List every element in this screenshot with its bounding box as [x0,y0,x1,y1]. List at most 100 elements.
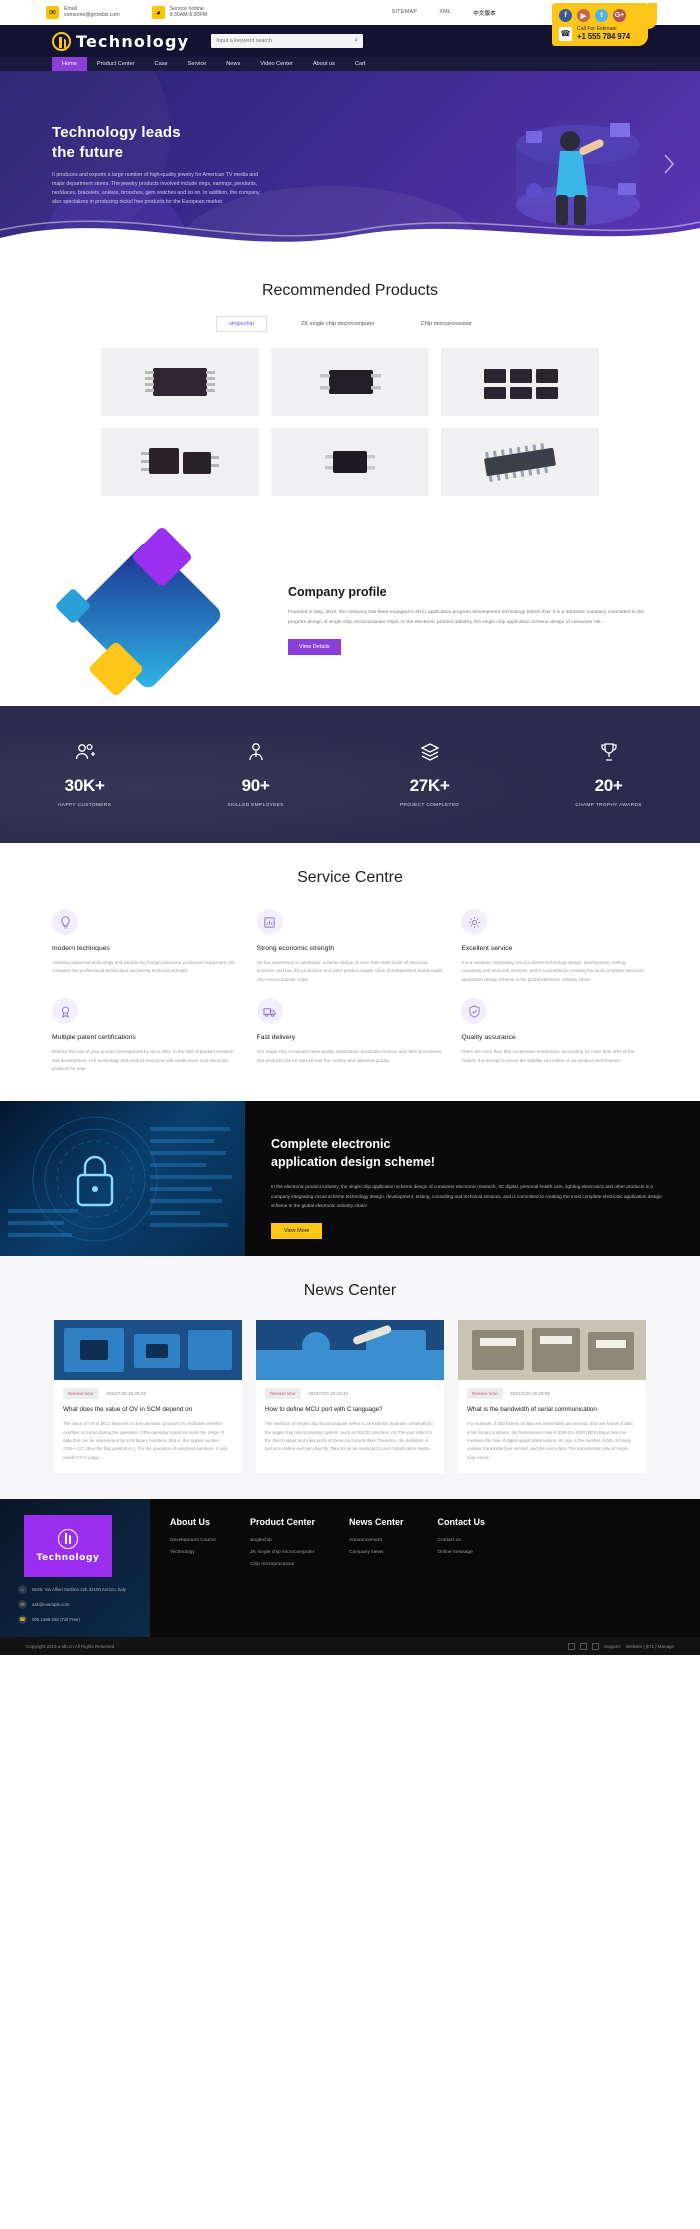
banner-paragraph: In the electronic product industry, the … [271,1184,662,1208]
nav-item-cart[interactable]: Cart [345,57,376,71]
call-estimate-phone[interactable]: +1 555 784 974 [577,32,630,41]
footer-contact-text[interactable]: ask@example.com [32,1602,69,1607]
news-headline[interactable]: How to define MCU port with C language? [265,1406,435,1414]
footer-link[interactable]: Chip microprocessor [250,1562,315,1567]
product-tab-singlechip[interactable]: singlechip [216,316,267,332]
footer-link[interactable]: ZK single chip microcomputer [250,1550,315,1555]
support-links[interactable]: Website | jk71 | Manage [626,1644,674,1649]
profile-illustration [52,525,262,706]
footer-column-heading: Contact Us [437,1517,486,1528]
news-card[interactable]: Release time: 2022/7/20 15:23:08 What is… [458,1320,646,1474]
footer-link[interactable]: Company News [349,1550,404,1555]
service-title: Strong economic strength [256,945,335,952]
nav-item-video-center[interactable]: Video Center [250,57,303,71]
product-card[interactable] [441,348,599,416]
product-card[interactable] [271,428,429,496]
service-card-fast-delivery[interactable]: Fast delivery Our single-chip computers … [256,998,444,1073]
service-text: Our single-chip computers have quality c… [256,1049,443,1063]
footer-link[interactable]: Contact us [438,1538,486,1543]
service-text: Reduce the cost of your product developm… [52,1049,234,1071]
social-links: f ▶ t G+ [559,9,642,22]
footer-column-heading: About Us [170,1517,210,1528]
footer-column-contact-us: Contact Us Contact us Online message [438,1517,486,1637]
product-tab-zk[interactable]: ZK single chip microcomputer [289,317,387,331]
news-section: News Center Release time: 2022/7/20 15:2… [0,1256,700,1500]
site-logo-text: Technology [76,31,190,51]
layers-icon [400,742,459,765]
grid-icon [567,1642,575,1650]
footer-link[interactable]: Online message [438,1550,486,1555]
nav-item-news[interactable]: News [216,57,250,71]
company-profile-section: Company profile Founded in May, 2010, th… [0,496,700,706]
news-card[interactable]: Release time: 2022/7/20 15:23:42 How to … [256,1320,444,1474]
nav-item-home[interactable]: Home [52,57,87,71]
quality-icon [461,998,488,1025]
news-card[interactable]: Release time: 2022/7/20 15:25:23 What do… [54,1320,242,1474]
chart-icon [591,1642,599,1650]
stat-label: PROJECT COMPLETED [400,802,460,807]
news-excerpt: For example, if 300 frames of data are t… [467,1421,633,1460]
twitter-icon[interactable]: t [595,9,608,22]
nav-item-case[interactable]: Case [145,57,178,71]
news-badge: Release time: [467,1388,504,1400]
service-card-modern-techniques[interactable]: modern techniques Adopting advanced tech… [52,909,239,984]
products-section: Recommended Products singlechip ZK singl… [0,256,700,496]
stat-number: 90+ [241,776,270,795]
product-card[interactable] [441,428,599,496]
product-tab-microprocessor[interactable]: Chip microprocessor [409,317,484,331]
service-card-quality-assurance[interactable]: Quality assurance There are more than 80… [461,998,648,1073]
service-title: Multiple patent certifications [52,1034,136,1042]
copyright-text: Copyright 2019 a-idb.cn All Rights Reser… [26,1643,116,1649]
youtube-icon[interactable]: ▶ [577,9,590,22]
stat-project-completed: 27K+ PROJECT COMPLETED [400,742,459,807]
footer-link[interactable]: singlechip [250,1538,315,1543]
product-card[interactable] [101,428,259,496]
nav-item-service[interactable]: Service [178,57,217,71]
search-box[interactable]: ⌕ [211,34,364,48]
banner-view-more-button[interactable]: View More [271,1222,323,1239]
site-logo[interactable]: Technology [52,31,190,51]
footer-contacts: ⌂ Work: Via Alfieri Settimo 22b 32100 Ar… [18,1585,126,1630]
services-title: Service Centre [297,869,403,886]
product-card[interactable] [101,348,259,416]
nav-item-product-center[interactable]: Product Center [87,57,145,71]
footer-link[interactable]: Announcement [349,1538,404,1543]
product-card[interactable] [271,348,429,416]
footer-contact-text[interactable]: 005 1698 558 (Toll Free) [32,1617,80,1622]
topbar-lang-switch[interactable]: 中文版本 [473,9,496,17]
news-title: News Center [303,1282,397,1300]
footer-link[interactable]: Development Course [170,1538,216,1543]
search-icon[interactable]: ⌕ [354,37,358,45]
news-headline[interactable]: What does the value of OV in SCM depend … [63,1406,233,1414]
nav-item-about-us[interactable]: About us [303,57,345,71]
copyright-bar: Copyright 2019 a-idb.cn All Rights Reser… [0,1637,700,1656]
googleplus-icon[interactable]: G+ [613,9,626,22]
banner-title-line1: Complete electronic [271,1137,391,1152]
phone-icon: ☎ [559,26,572,41]
view-details-button[interactable]: View Details [288,639,341,656]
hero-text: Technology leads the future It produces … [52,123,262,207]
service-title: Fast delivery [256,1034,296,1042]
footer-logo[interactable]: Technology [24,1515,112,1578]
news-headline[interactable]: What is the bandwidth of serial communic… [467,1406,637,1414]
email-icon: ✉ [18,1600,27,1610]
topbar-link-xml[interactable]: XML [439,9,451,17]
technology-logo-icon [52,31,71,51]
hero-next-icon[interactable] [662,153,676,175]
search-input[interactable] [216,38,355,44]
footer-link[interactable]: Technology [170,1550,216,1555]
patent-icon [52,998,78,1025]
topbar-links: SITEMAP XML 中文版本 [391,9,496,17]
facebook-icon[interactable]: f [559,9,572,22]
stats-bar: 30K+ HAPPY CUSTOMERS 90+ SKILLED EMPLOYE… [0,706,700,843]
footer-column-product-center: Product Center singlechip ZK single chip… [250,1517,315,1637]
service-card-patent-certifications[interactable]: Multiple patent certifications Reduce th… [52,998,239,1073]
service-text: It is a company integrating circuit sche… [461,960,645,982]
design-scheme-banner: Complete electronic application design s… [0,1101,700,1257]
service-card-economic-strength[interactable]: Strong economic strength He has experien… [256,909,444,984]
service-card-excellent-service[interactable]: Excellent service It is a company integr… [461,909,648,984]
footer-logo-text: Technology [36,1553,100,1564]
topbar-link-sitemap[interactable]: SITEMAP [391,9,417,17]
site-footer: Technology ⌂ Work: Via Alfieri Settimo 2… [0,1499,700,1638]
news-date: 2022/7/20 15:25:23 [106,1391,146,1397]
